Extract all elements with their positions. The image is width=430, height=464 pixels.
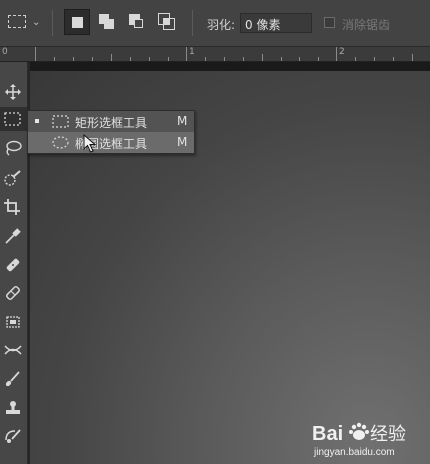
chevron-down-icon[interactable]: ⌄ <box>32 17 40 28</box>
tools-panel <box>0 62 28 464</box>
move-tool[interactable] <box>0 80 27 104</box>
eyedropper-icon <box>5 228 21 244</box>
marquee-tools-flyout: 矩形选框工具 M 椭圆选框工具 M <box>27 110 195 154</box>
patch-icon <box>6 286 20 300</box>
flyout-item-shortcut: M <box>177 135 188 149</box>
add-to-selection-button[interactable] <box>94 9 120 35</box>
ruler-label: 2 <box>339 47 345 57</box>
mouse-cursor-icon <box>83 134 97 153</box>
svg-text:jingyan.baidu.com: jingyan.baidu.com <box>313 447 395 458</box>
elliptical-marquee-icon <box>52 136 69 149</box>
new-selection-button[interactable] <box>64 9 90 35</box>
lasso-icon <box>6 140 22 156</box>
options-bar: ⌄ 羽化: 0 像素 消除锯齿 <box>0 0 430 47</box>
history-brush-tool[interactable] <box>0 338 27 362</box>
paint-brush-tool[interactable] <box>0 367 27 391</box>
ruler-label: 1 <box>189 47 195 57</box>
feather-input[interactable]: 0 像素 <box>240 13 312 33</box>
eyedropper-tool[interactable] <box>0 224 27 248</box>
canvas-top-strip <box>30 62 430 71</box>
ruler-label: 0 <box>2 47 8 57</box>
stamp-tool[interactable] <box>0 396 27 420</box>
antialias-label: 消除锯齿 <box>342 18 391 32</box>
content-aware-icon <box>6 316 20 328</box>
crop-icon <box>4 199 20 215</box>
divider <box>192 10 193 36</box>
brush-tool[interactable] <box>0 281 27 305</box>
subtract-from-selection-button[interactable] <box>124 9 150 35</box>
lasso-tool[interactable] <box>0 136 27 160</box>
history-brush-icon <box>5 429 21 443</box>
red-eye-icon <box>4 345 22 355</box>
flyout-item-elliptical-marquee[interactable]: 椭圆选框工具 M <box>28 132 194 153</box>
bandage-icon <box>6 258 20 272</box>
svg-text:经验: 经验 <box>370 424 406 445</box>
baidu-jingyan-watermark: Bai 经验 jingyan.baidu.com <box>312 418 424 460</box>
crop-tool[interactable] <box>0 195 27 219</box>
stamp-icon <box>6 401 20 414</box>
horizontal-ruler: 0 1 2 <box>0 47 430 62</box>
spot-healing-tool[interactable] <box>0 253 27 277</box>
history-tool[interactable] <box>0 424 27 448</box>
move-icon <box>5 84 21 100</box>
divider <box>52 10 53 36</box>
intersect-with-selection-button[interactable] <box>154 9 180 35</box>
flyout-item-label: 矩形选框工具 <box>75 116 148 130</box>
quick-selection-tool[interactable] <box>0 166 27 190</box>
flyout-item-rectangular-marquee[interactable]: 矩形选框工具 M <box>28 111 194 132</box>
svg-text:Bai: Bai <box>312 423 343 445</box>
flyout-item-shortcut: M <box>177 114 188 128</box>
antialias-checkbox[interactable] <box>324 17 335 28</box>
clone-stamp-tool[interactable] <box>0 310 27 334</box>
brush-icon <box>5 371 20 387</box>
quick-selection-icon <box>4 170 21 186</box>
rectangular-marquee-preset-icon[interactable] <box>8 15 26 28</box>
selected-indicator <box>35 119 39 123</box>
feather-label: 羽化: <box>207 18 236 32</box>
rectangular-marquee-tool[interactable] <box>0 107 27 131</box>
rectangular-marquee-icon <box>4 112 21 126</box>
rectangular-marquee-icon <box>52 115 69 128</box>
